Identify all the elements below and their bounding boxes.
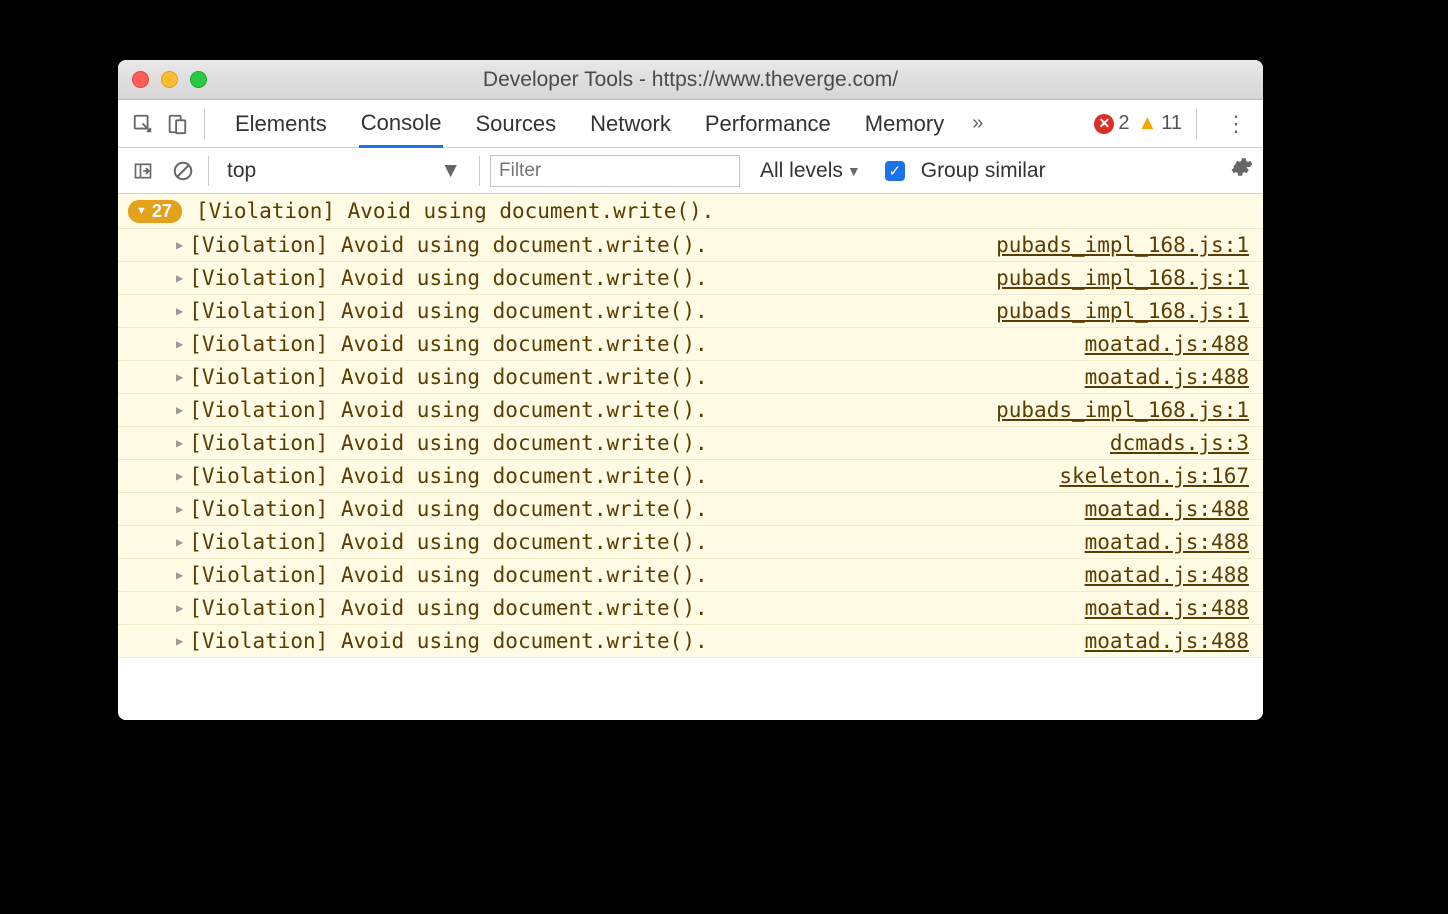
expand-icon[interactable]: ▶ [176, 337, 183, 351]
group-similar-checkbox[interactable]: ✓ [885, 161, 905, 181]
group-count-badge: 27 [128, 200, 182, 223]
console-message-row[interactable]: ▶ [Violation] Avoid using document.write(… [118, 262, 1263, 295]
message-text: [Violation] Avoid using document.write()… [189, 464, 707, 488]
expand-icon[interactable]: ▶ [176, 271, 183, 285]
source-link[interactable]: pubads_impl_168.js:1 [996, 398, 1249, 422]
status-area: ✕ 2 ▲ 11 ⋮ [1094, 109, 1255, 139]
message-text: [Violation] Avoid using document.write()… [189, 530, 707, 554]
warning-count[interactable]: ▲ 11 [1137, 112, 1182, 135]
expand-icon[interactable]: ▶ [176, 403, 183, 417]
group-message: [Violation] Avoid using document.write()… [196, 199, 714, 223]
tab-console[interactable]: Console [359, 100, 444, 148]
message-text: [Violation] Avoid using document.write()… [189, 332, 707, 356]
expand-icon[interactable]: ▶ [176, 436, 183, 450]
expand-icon[interactable]: ▶ [176, 502, 183, 516]
expand-icon[interactable]: ▶ [176, 370, 183, 384]
console-message-row[interactable]: ▶ [Violation] Avoid using document.write(… [118, 328, 1263, 361]
devtools-tabs: Elements Console Sources Network Perform… [118, 100, 1263, 148]
warning-icon: ▲ [1137, 112, 1157, 135]
close-button[interactable] [132, 71, 149, 88]
message-text: [Violation] Avoid using document.write()… [189, 629, 707, 653]
device-toolbar-icon[interactable] [160, 113, 194, 135]
error-count[interactable]: ✕ 2 [1094, 112, 1129, 135]
error-icon: ✕ [1094, 114, 1114, 134]
console-toolbar: top ▼ All levels ▼ ✓ Group similar [118, 148, 1263, 194]
message-text: [Violation] Avoid using document.write()… [189, 398, 707, 422]
divider [1196, 109, 1197, 139]
console-message-row[interactable]: ▶ [Violation] Avoid using document.write(… [118, 427, 1263, 460]
source-link[interactable]: pubads_impl_168.js:1 [996, 266, 1249, 290]
expand-icon[interactable]: ▶ [176, 304, 183, 318]
zoom-button[interactable] [190, 71, 207, 88]
message-text: [Violation] Avoid using document.write()… [189, 596, 707, 620]
violation-group-header[interactable]: 27 [Violation] Avoid using document.writ… [118, 194, 1263, 229]
warning-count-value: 11 [1161, 112, 1182, 135]
expand-icon[interactable]: ▶ [176, 568, 183, 582]
expand-icon[interactable]: ▶ [176, 601, 183, 615]
message-text: [Violation] Avoid using document.write()… [189, 233, 707, 257]
tab-memory[interactable]: Memory [863, 101, 946, 146]
console-message-row[interactable]: ▶ [Violation] Avoid using document.write(… [118, 526, 1263, 559]
source-link[interactable]: moatad.js:488 [1085, 596, 1249, 620]
context-value: top [227, 159, 256, 183]
devtools-window: Developer Tools - https://www.theverge.c… [118, 60, 1263, 720]
clear-console-icon[interactable] [168, 160, 198, 182]
message-text: [Violation] Avoid using document.write()… [189, 497, 707, 521]
source-link[interactable]: pubads_impl_168.js:1 [996, 233, 1249, 257]
tab-sources[interactable]: Sources [473, 101, 558, 146]
expand-icon[interactable]: ▶ [176, 238, 183, 252]
source-link[interactable]: moatad.js:488 [1085, 365, 1249, 389]
divider [208, 156, 209, 186]
source-link[interactable]: moatad.js:488 [1085, 497, 1249, 521]
error-count-value: 2 [1118, 112, 1129, 135]
expand-icon[interactable]: ▶ [176, 469, 183, 483]
message-text: [Violation] Avoid using document.write()… [189, 365, 707, 389]
console-output: 27 [Violation] Avoid using document.writ… [118, 194, 1263, 720]
tab-network[interactable]: Network [588, 101, 673, 146]
more-tabs-icon[interactable]: » [972, 112, 983, 135]
console-message-row[interactable]: ▶ [Violation] Avoid using document.write(… [118, 460, 1263, 493]
console-message-row[interactable]: ▶ [Violation] Avoid using document.write(… [118, 625, 1263, 658]
menu-icon[interactable]: ⋮ [1225, 111, 1247, 137]
message-text: [Violation] Avoid using document.write()… [189, 563, 707, 587]
source-link[interactable]: moatad.js:488 [1085, 563, 1249, 587]
console-message-row[interactable]: ▶ [Violation] Avoid using document.write(… [118, 493, 1263, 526]
chevron-down-icon: ▼ [440, 159, 461, 183]
tab-elements[interactable]: Elements [233, 101, 329, 146]
console-message-row[interactable]: ▶ [Violation] Avoid using document.write(… [118, 559, 1263, 592]
console-message-row[interactable]: ▶ [Violation] Avoid using document.write(… [118, 361, 1263, 394]
console-message-row[interactable]: ▶ [Violation] Avoid using document.write(… [118, 592, 1263, 625]
console-message-row[interactable]: ▶ [Violation] Avoid using document.write(… [118, 295, 1263, 328]
divider [479, 156, 480, 186]
group-similar-label: Group similar [921, 159, 1046, 183]
tab-performance[interactable]: Performance [703, 101, 833, 146]
source-link[interactable]: pubads_impl_168.js:1 [996, 299, 1249, 323]
expand-icon[interactable]: ▶ [176, 535, 183, 549]
settings-icon[interactable] [1229, 155, 1253, 186]
inspect-element-icon[interactable] [126, 113, 160, 135]
source-link[interactable]: dcmads.js:3 [1110, 431, 1249, 455]
source-link[interactable]: moatad.js:488 [1085, 332, 1249, 356]
source-link[interactable]: skeleton.js:167 [1059, 464, 1249, 488]
console-message-row[interactable]: ▶ [Violation] Avoid using document.write(… [118, 229, 1263, 262]
message-text: [Violation] Avoid using document.write()… [189, 431, 707, 455]
source-link[interactable]: moatad.js:488 [1085, 530, 1249, 554]
toggle-sidebar-icon[interactable] [128, 161, 158, 181]
log-levels-selector[interactable]: All levels ▼ [760, 159, 861, 183]
traffic-lights [118, 71, 207, 88]
expand-icon[interactable]: ▶ [176, 634, 183, 648]
message-text: [Violation] Avoid using document.write()… [189, 299, 707, 323]
minimize-button[interactable] [161, 71, 178, 88]
filter-input[interactable] [490, 155, 740, 187]
divider [204, 109, 205, 139]
chevron-down-icon: ▼ [847, 163, 861, 179]
titlebar: Developer Tools - https://www.theverge.c… [118, 60, 1263, 100]
window-title: Developer Tools - https://www.theverge.c… [118, 68, 1263, 92]
tab-list: Elements Console Sources Network Perform… [233, 100, 946, 148]
message-text: [Violation] Avoid using document.write()… [189, 266, 707, 290]
console-message-row[interactable]: ▶ [Violation] Avoid using document.write(… [118, 394, 1263, 427]
source-link[interactable]: moatad.js:488 [1085, 629, 1249, 653]
levels-label: All levels [760, 159, 843, 183]
context-selector[interactable]: top ▼ [219, 157, 469, 185]
